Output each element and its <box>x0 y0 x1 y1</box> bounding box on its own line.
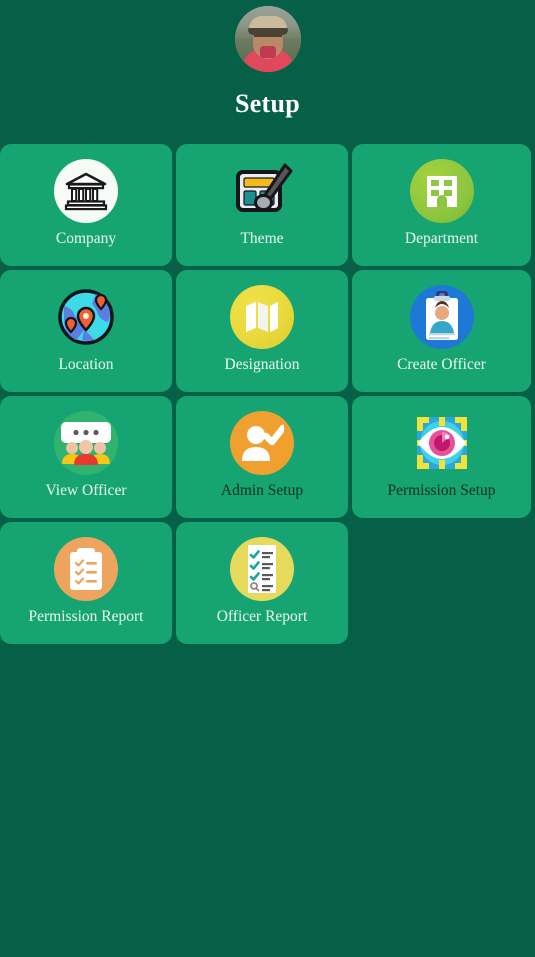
tile-permission-report[interactable]: Permission Report <box>0 522 172 644</box>
tile-permission-setup[interactable]: Permission Setup <box>352 396 531 518</box>
setup-screen: Setup Company Theme Department Location … <box>0 0 535 957</box>
folded-map-icon <box>226 281 298 353</box>
tile-officer-report[interactable]: Officer Report <box>176 522 348 644</box>
tile-label: Designation <box>224 356 300 373</box>
office-building-icon <box>406 155 478 227</box>
tile-designation[interactable]: Designation <box>176 270 348 392</box>
tile-theme[interactable]: Theme <box>176 144 348 266</box>
people-group-icon <box>50 407 122 479</box>
globe-pin-icon <box>50 281 122 353</box>
user-check-icon <box>226 407 298 479</box>
tile-label: Theme <box>240 230 284 247</box>
tile-label: Department <box>404 230 479 247</box>
header: Setup <box>0 0 535 119</box>
eye-scan-icon <box>406 407 478 479</box>
document-checklist-icon <box>226 533 298 605</box>
avatar-glasses <box>253 35 282 43</box>
id-badge-icon <box>406 281 478 353</box>
tile-label: Permission Report <box>28 608 144 625</box>
tile-label: Officer Report <box>216 608 308 625</box>
tile-department[interactable]: Department <box>352 144 531 266</box>
tile-admin-setup[interactable]: Admin Setup <box>176 396 348 518</box>
tile-label: Location <box>58 356 114 373</box>
setup-menu-grid: Company Theme Department Location Design… <box>0 144 535 644</box>
palette-brush-icon <box>226 155 298 227</box>
tile-company[interactable]: Company <box>0 144 172 266</box>
tile-label: Permission Setup <box>387 482 496 499</box>
page-title: Setup <box>234 89 301 118</box>
avatar-collar <box>259 46 276 58</box>
tile-location[interactable]: Location <box>0 270 172 392</box>
tile-label: Create Officer <box>397 356 486 373</box>
tile-label: Company <box>55 230 117 247</box>
tile-create-officer[interactable]: Create Officer <box>352 270 531 392</box>
clipboard-check-icon <box>50 533 122 605</box>
avatar[interactable] <box>234 6 301 72</box>
bank-building-icon <box>50 155 122 227</box>
tile-label: Admin Setup <box>220 482 304 499</box>
tile-label: View Officer <box>45 482 127 499</box>
tile-view-officer[interactable]: View Officer <box>0 396 172 518</box>
avatar-cap-brim <box>247 28 288 35</box>
